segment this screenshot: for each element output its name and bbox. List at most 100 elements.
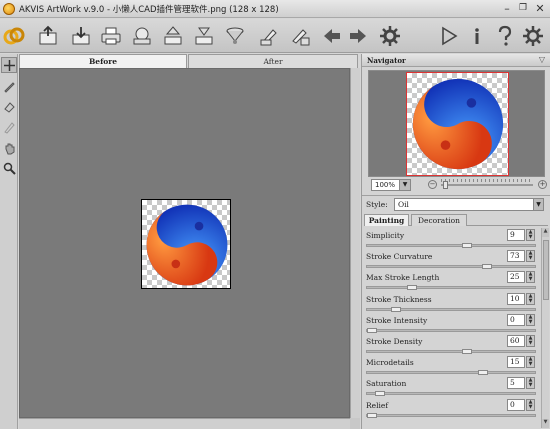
batch-export-icon[interactable] [288, 24, 312, 48]
share-icon[interactable] [130, 24, 154, 48]
param-spinner-icon[interactable]: ▲ ▼ [526, 250, 535, 263]
param-slider-thumb[interactable] [462, 243, 472, 248]
param-slider-thumb[interactable] [478, 370, 488, 376]
param-value-field[interactable]: 10 [507, 292, 525, 305]
restore-button[interactable]: ❐ [516, 2, 530, 15]
app-logo-icon [3, 3, 15, 15]
param-value-field[interactable]: 9 [507, 229, 525, 241]
scroll-down-icon[interactable]: ▼ [542, 419, 549, 428]
preferences-icon[interactable] [521, 24, 545, 48]
import-icon[interactable] [192, 24, 216, 48]
minimize-button[interactable]: – [500, 2, 514, 15]
param-row: Simplicity 9 ▲ ▼ [364, 228, 539, 249]
undo-icon[interactable] [320, 24, 344, 48]
param-value-field[interactable]: 15 [507, 356, 525, 369]
info-icon[interactable] [465, 24, 489, 48]
param-spinner-icon[interactable]: ▲ ▼ [526, 313, 535, 326]
logo-icon[interactable] [2, 24, 26, 48]
param-slider[interactable] [366, 349, 536, 354]
collapse-chevron-icon[interactable]: ▽ [539, 55, 545, 64]
params-scrollbar[interactable]: ▲ ▼ [541, 228, 549, 428]
navigator-preview[interactable] [368, 70, 545, 177]
save-icon[interactable] [69, 24, 93, 48]
navigator-viewport-frame[interactable] [406, 72, 509, 176]
open-icon[interactable] [36, 24, 60, 48]
hand-tool-icon[interactable] [1, 140, 17, 156]
image-canvas[interactable] [19, 68, 350, 418]
batch-icon[interactable] [257, 24, 281, 48]
param-slider-thumb[interactable] [391, 306, 401, 312]
param-spinner-icon[interactable]: ▲ ▼ [526, 271, 535, 284]
param-slider-thumb[interactable] [367, 412, 377, 418]
run-icon[interactable] [437, 24, 461, 48]
param-value-field[interactable]: 25 [507, 271, 525, 284]
param-value-field[interactable]: 73 [507, 250, 525, 263]
zoom-value: 100% [375, 181, 396, 189]
param-slider[interactable] [366, 306, 536, 312]
param-row: Stroke Density 60 ▲ ▼ [364, 334, 539, 355]
param-slider-thumb[interactable] [367, 327, 377, 333]
param-label: Relief [366, 400, 389, 410]
export-icon[interactable] [161, 24, 185, 48]
navigator-header: Navigator ▽ [362, 54, 550, 67]
presets-icon[interactable] [223, 24, 247, 48]
brush-tool-icon[interactable] [1, 78, 17, 94]
zoom-out-button[interactable]: − [428, 180, 437, 189]
param-slider[interactable] [366, 285, 536, 291]
param-value-field[interactable]: 5 [507, 377, 525, 390]
tab-before[interactable]: Before [19, 54, 187, 68]
tab-painting[interactable]: Painting [364, 214, 409, 226]
style-select[interactable]: Oil ▼ [394, 198, 544, 211]
param-spinner-icon[interactable]: ▲ ▼ [526, 398, 535, 411]
pencil-tool-icon[interactable] [1, 119, 17, 135]
scroll-up-icon[interactable]: ▲ [542, 228, 549, 237]
param-slider[interactable] [366, 327, 536, 333]
param-label: Saturation [366, 379, 407, 389]
param-value-field[interactable]: 0 [507, 313, 525, 326]
param-label: Stroke Curvature [366, 252, 433, 262]
param-slider-thumb[interactable] [375, 391, 385, 397]
param-slider-thumb[interactable] [482, 264, 492, 270]
redo-icon[interactable] [346, 24, 370, 48]
zoom-tool-icon[interactable] [1, 160, 17, 176]
style-label: Style: [366, 200, 388, 209]
print-icon[interactable] [99, 24, 123, 48]
style-dropdown-icon[interactable]: ▼ [533, 199, 543, 210]
param-spinner-icon[interactable]: ▲ ▼ [526, 229, 535, 241]
help-icon[interactable] [493, 24, 517, 48]
param-slider[interactable] [366, 412, 536, 418]
zoom-slider-thumb[interactable] [443, 181, 448, 189]
param-value-field[interactable]: 0 [507, 398, 525, 411]
source-image [141, 199, 231, 289]
param-slider[interactable] [366, 264, 536, 270]
tab-decoration[interactable]: Decoration [411, 214, 467, 226]
param-row: Stroke Curvature 73 ▲ ▼ [364, 249, 539, 270]
settings-panel: Navigator ▽ 100% ▼ − + Style: Oil ▼ Pain… [361, 54, 550, 429]
zoom-select[interactable]: 100% ▼ [371, 179, 411, 191]
canvas-vertical-scrollbar[interactable] [350, 68, 360, 418]
param-slider-thumb[interactable] [407, 285, 417, 291]
param-value-field[interactable]: 60 [507, 335, 525, 347]
param-slider[interactable] [366, 243, 536, 248]
eraser-tool-icon[interactable] [1, 98, 17, 114]
zoom-dropdown-icon[interactable]: ▼ [399, 180, 410, 190]
param-slider-thumb[interactable] [462, 349, 472, 354]
param-spinner-icon[interactable]: ▲ ▼ [526, 292, 535, 305]
zoom-in-button[interactable]: + [538, 180, 547, 189]
move-tool-icon[interactable] [1, 57, 17, 73]
param-spinner-icon[interactable]: ▲ ▼ [526, 335, 535, 347]
zoom-slider[interactable] [441, 181, 533, 189]
yin-yang-image [146, 204, 228, 286]
param-label: Microdetails [366, 358, 414, 368]
param-spinner-icon[interactable]: ▲ ▼ [526, 356, 535, 369]
settings-gear-icon[interactable] [378, 24, 402, 48]
params-scroll-thumb[interactable] [543, 240, 549, 300]
param-row: Stroke Thickness 10 ▲ ▼ [364, 292, 539, 313]
tab-after[interactable]: After [188, 54, 358, 68]
param-slider[interactable] [366, 391, 536, 397]
param-slider[interactable] [366, 370, 536, 376]
param-spinner-icon[interactable]: ▲ ▼ [526, 377, 535, 390]
canvas-horizontal-scrollbar[interactable] [19, 418, 350, 429]
close-button[interactable]: ✕ [533, 2, 547, 15]
window-title: AKVIS ArtWork v.9.0 - 小懒人CAD插件管理软件.png (… [19, 5, 279, 15]
